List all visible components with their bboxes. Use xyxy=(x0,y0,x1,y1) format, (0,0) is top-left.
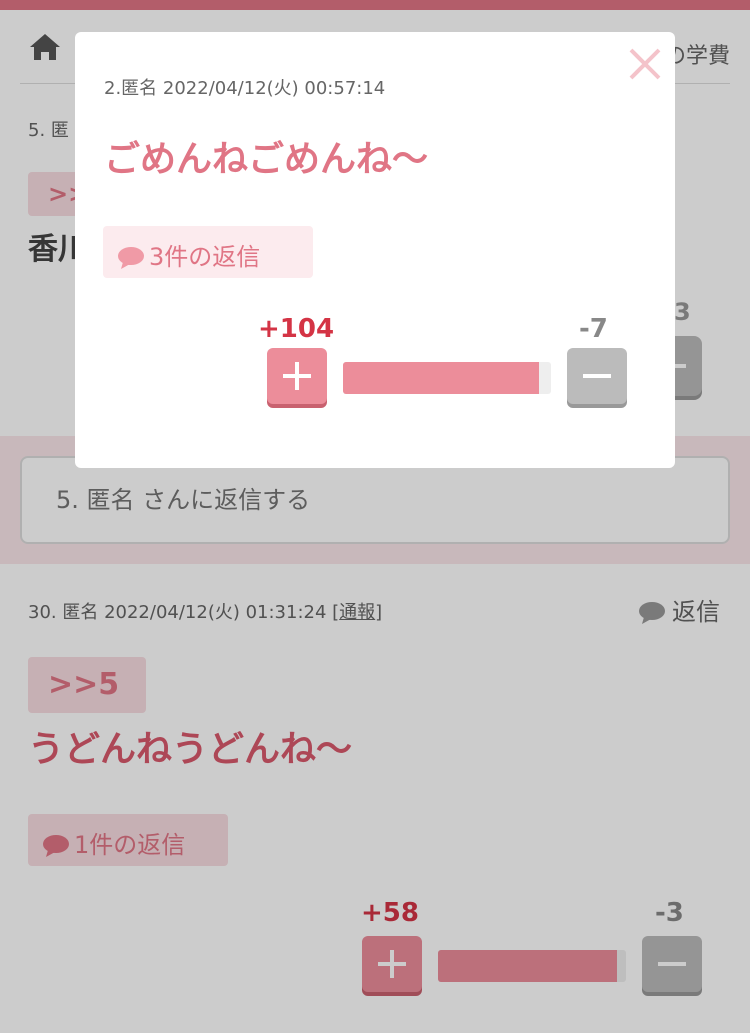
speech-bubble-icon xyxy=(118,247,144,269)
plus-icon xyxy=(283,362,311,390)
replies-link[interactable]: 3件の返信 xyxy=(103,226,313,278)
comment-body: ごめんねごめんね〜 xyxy=(104,139,429,180)
vote-ratio-bar xyxy=(343,362,551,394)
vote-ratio-fill xyxy=(343,362,539,394)
thread-page: の学費 5. 匿 >> 香川 -3 30. 匿名 2022/04/12(火) 0… xyxy=(0,0,750,1033)
comment-meta: 2.匿名 2022/04/12(火) 00:57:14 xyxy=(104,78,386,99)
plus-count: +104 xyxy=(258,314,335,344)
replies-count-label: 3件の返信 xyxy=(149,243,261,271)
minus-count: -7 xyxy=(579,314,608,344)
close-icon[interactable] xyxy=(627,46,663,82)
comment-popup: 2.匿名 2022/04/12(火) 00:57:14 ごめんねごめんね〜 3件… xyxy=(75,32,675,468)
plus-button[interactable] xyxy=(267,348,327,404)
minus-button[interactable] xyxy=(567,348,627,404)
minus-icon xyxy=(583,374,611,378)
